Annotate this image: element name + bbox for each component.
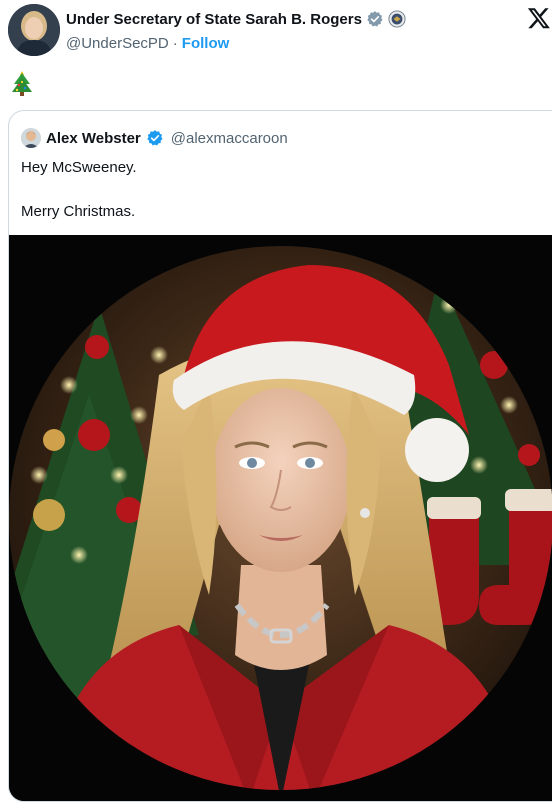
x-logo-icon[interactable] — [527, 6, 551, 30]
author-avatar[interactable] — [8, 4, 60, 56]
author-handle[interactable]: @UnderSecPD — [66, 35, 169, 52]
quoted-line-greeting: Hey McSweeney. — [21, 159, 137, 176]
quoted-post-header: Alex Webster @alexmaccaroon — [21, 127, 288, 149]
follow-button[interactable]: Follow — [182, 35, 230, 52]
author-display-name[interactable]: Under Secretary of State Sarah B. Rogers — [66, 11, 362, 28]
us-state-department-seal-icon — [388, 10, 406, 28]
quoted-post-card[interactable]: Alex Webster @alexmaccaroon Hey McSweene… — [8, 110, 552, 802]
quoted-author-name[interactable]: Alex Webster — [46, 130, 141, 147]
author-name-row: Under Secretary of State Sarah B. Rogers — [66, 8, 406, 30]
blue-verified-badge-icon — [147, 130, 163, 146]
quoted-author-handle[interactable]: @alexmaccaroon — [171, 130, 288, 147]
author-handle-row: @UnderSecPD · Follow — [66, 33, 229, 53]
separator-dot: · — [172, 34, 178, 52]
quoted-post-image[interactable] — [9, 235, 552, 801]
post-header: Under Secretary of State Sarah B. Rogers… — [0, 0, 552, 60]
quoted-author-avatar[interactable] — [21, 128, 41, 148]
verified-badge-icon — [367, 11, 383, 27]
christmas-tree-icon — [12, 71, 32, 96]
quoted-line-wish: Merry Christmas. — [21, 203, 136, 220]
quoted-post-text: Hey McSweeney. Merry Christmas. — [21, 157, 137, 223]
